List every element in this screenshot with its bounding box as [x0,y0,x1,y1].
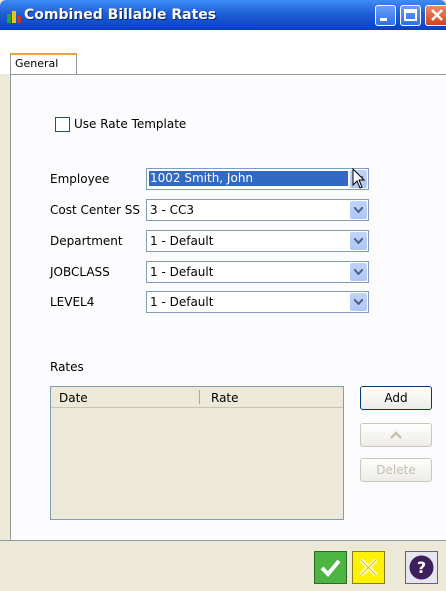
svg-text:?: ? [417,558,426,577]
move-up-button[interactable] [360,423,432,447]
window-title: Combined Billable Rates [24,7,217,23]
department-select[interactable]: 1 - Default [146,230,369,252]
department-value: 1 - Default [150,234,214,248]
close-icon [431,9,443,21]
minimize-button[interactable] [375,5,396,26]
tab-strip: General [0,30,446,77]
checkmark-icon [320,559,341,577]
column-header-date[interactable]: Date [59,391,88,405]
close-button[interactable] [425,5,446,26]
chevron-down-icon [354,299,363,305]
use-rate-template-checkbox[interactable] [55,117,70,132]
app-icon [7,9,21,23]
minimize-icon [380,18,387,21]
level4-select[interactable]: 1 - Default [146,291,369,313]
rates-label: Rates [50,360,84,374]
ok-button[interactable] [314,551,347,584]
delete-button[interactable]: Delete [360,458,432,482]
use-rate-template-label: Use Rate Template [74,117,187,131]
employee-value: 1002 Smith, John [149,171,348,186]
cost-center-dropdown-button[interactable] [350,201,367,219]
question-icon: ? [409,555,434,580]
cost-center-label: Cost Center SS [50,203,140,217]
jobclass-label: JOBCLASS [50,265,110,279]
maximize-icon [404,9,417,21]
level4-dropdown-button[interactable] [350,293,367,311]
cancel-button[interactable] [352,551,385,584]
mouse-cursor-icon [352,168,366,189]
cost-center-select[interactable]: 3 - CC3 [146,199,369,221]
x-icon [359,558,378,577]
column-divider [199,390,200,404]
jobclass-dropdown-button[interactable] [350,263,367,281]
department-dropdown-button[interactable] [350,232,367,250]
add-button[interactable]: Add [360,386,432,410]
cost-center-value: 3 - CC3 [150,203,194,217]
chevron-down-icon [354,207,363,213]
chevron-up-icon [390,431,402,439]
maximize-button[interactable] [400,5,421,26]
jobclass-value: 1 - Default [150,265,214,279]
title-bar[interactable]: Combined Billable Rates [0,0,446,30]
rates-table[interactable]: Date Rate [50,386,344,520]
column-header-rate[interactable]: Rate [211,391,239,405]
level4-value: 1 - Default [150,295,214,309]
chevron-down-icon [354,269,363,275]
help-button[interactable]: ? [405,551,438,584]
jobclass-select[interactable]: 1 - Default [146,261,369,283]
level4-label: LEVEL4 [50,295,95,309]
employee-select[interactable]: 1002 Smith, John [146,168,369,190]
rates-table-header: Date Rate [51,387,343,408]
employee-label: Employee [50,172,110,186]
chevron-down-icon [354,238,363,244]
department-label: Department [50,234,123,248]
